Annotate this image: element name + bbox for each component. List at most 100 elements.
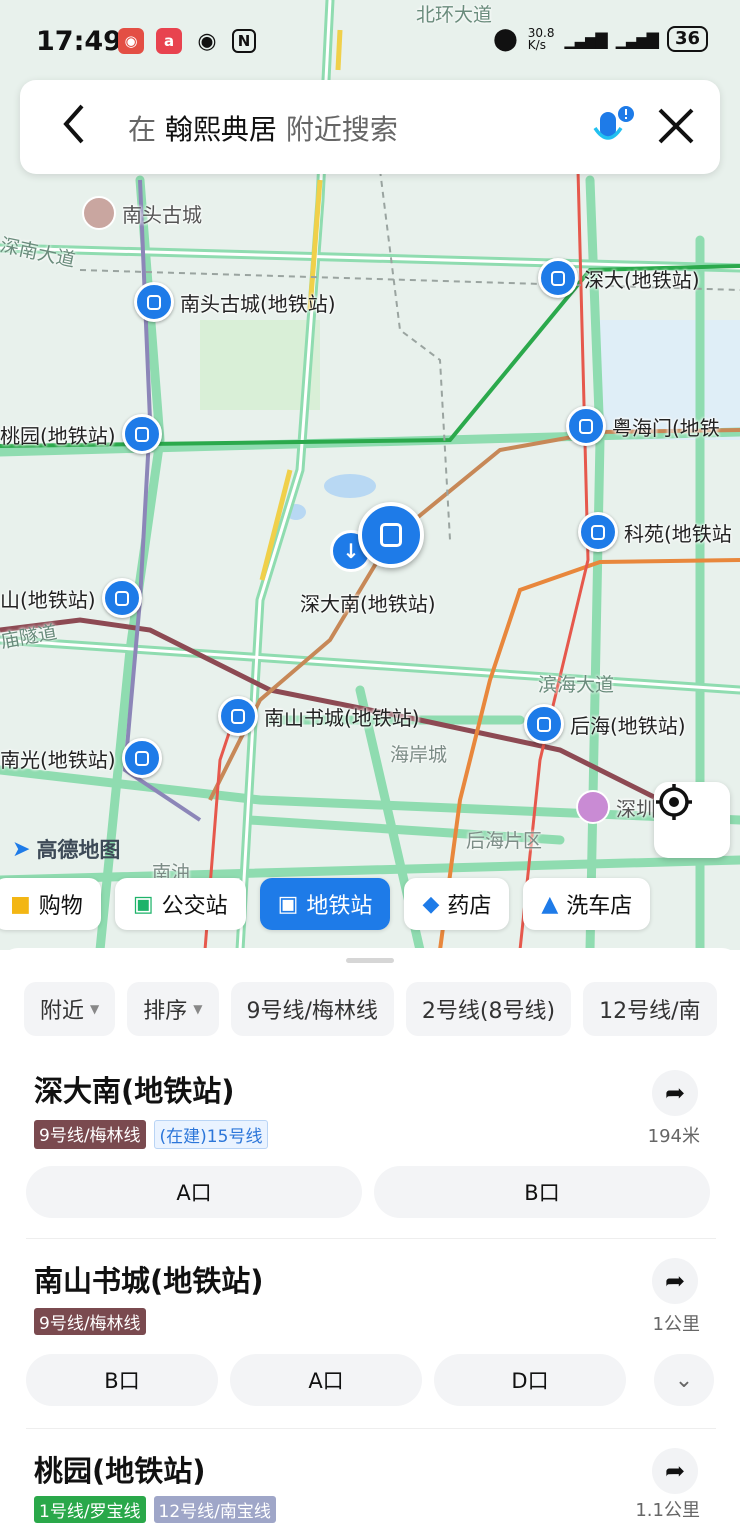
category-label: 公交站 xyxy=(161,894,228,919)
category-subway[interactable]: ▣ 地铁站 xyxy=(259,878,391,930)
place-old-town[interactable]: 南头古城 xyxy=(82,196,202,230)
divider xyxy=(26,1238,716,1239)
category-label: 地铁站 xyxy=(306,894,373,919)
selected-station-pin[interactable] xyxy=(358,502,424,568)
caret-down-icon: ▼ xyxy=(90,1002,100,1016)
chevron-left-icon xyxy=(63,104,84,144)
station-nanguang[interactable]: 南光(地铁站) xyxy=(0,738,162,778)
expand-exits-button[interactable]: ⌄ xyxy=(654,1354,714,1406)
caret-down-icon: ▼ xyxy=(193,1002,203,1016)
app-notification-icon: ◉ xyxy=(118,28,144,54)
line-tags: 9号线/梅林线 (在建)15号线 xyxy=(34,1120,269,1149)
filter-line-9[interactable]: 9号线/梅林线 xyxy=(230,982,394,1036)
filter-label: 2号线(8号线) xyxy=(421,999,556,1024)
mall-icon xyxy=(576,790,610,824)
filter-nearby[interactable]: 附近 ▼ xyxy=(24,982,116,1036)
navigate-button[interactable]: ➦ xyxy=(652,1448,698,1494)
category-car-wash[interactable]: ▲ 洗车店 xyxy=(523,878,651,930)
line-tags: 9号线/梅林线 xyxy=(34,1308,146,1335)
category-pharmacy[interactable]: ◆ 药店 xyxy=(404,878,510,930)
station-taoyuan[interactable]: 桃园(地铁站) xyxy=(0,414,162,454)
line-tag: 12号线/南宝线 xyxy=(153,1496,276,1523)
locate-button[interactable] xyxy=(654,782,730,858)
category-label: 洗车店 xyxy=(566,894,633,919)
station-houhai[interactable]: 后海(地铁站) xyxy=(524,704,686,744)
filter-label: 12号线/南 xyxy=(599,999,701,1024)
search-query[interactable]: 在 翰熙典居 附近搜索 xyxy=(128,108,398,148)
exit-button[interactable]: A口 xyxy=(230,1354,422,1406)
exit-button[interactable]: A口 xyxy=(26,1166,362,1218)
subway-icon xyxy=(566,406,606,446)
subway-icon: ▣ xyxy=(277,891,299,917)
drag-handle[interactable] xyxy=(346,958,394,963)
voice-search-button[interactable] xyxy=(590,104,634,152)
navigate-button[interactable]: ➦ xyxy=(652,1070,698,1116)
station-name: 南山书城(地铁站) xyxy=(34,1264,264,1298)
line-tag: 1号线/罗宝线 xyxy=(34,1496,146,1523)
filter-label: 附近 xyxy=(40,999,85,1024)
road-label-north-ring: 北环大道 xyxy=(416,4,493,26)
category-shopping[interactable]: ■ 购物 xyxy=(0,878,101,930)
station-shenda[interactable]: 深大(地铁站) xyxy=(538,258,700,298)
close-button[interactable] xyxy=(656,98,696,157)
exit-list: B口 A口 D口 ⌄ xyxy=(26,1354,714,1406)
station-yuehaimen-label: 粤海门(地铁 xyxy=(612,415,720,440)
microphone-icon xyxy=(593,106,634,140)
landmark-icon xyxy=(82,196,116,230)
exit-button[interactable]: B口 xyxy=(374,1166,710,1218)
road-label-binhai: 滨海大道 xyxy=(538,674,615,696)
battery-icon: 36 xyxy=(666,26,708,52)
filter-line-2[interactable]: 2号线(8号线) xyxy=(405,982,572,1036)
line-tag: (在建)15号线 xyxy=(153,1120,269,1149)
results-sheet: 附近 ▼ 排序 ▼ 9号线/梅林线 2号线(8号线) 12号线/南 深大南(地铁站)… xyxy=(0,948,740,1523)
pill-icon: ◆ xyxy=(422,891,440,917)
map-brand: ➤ 高德地图 xyxy=(12,834,120,864)
subway-icon xyxy=(121,414,162,454)
amap-logo-icon: ➤ xyxy=(12,836,31,862)
station-distance: 194米 xyxy=(647,1126,700,1147)
exit-list: A口 B口 xyxy=(26,1166,710,1218)
shopping-bag-icon: ■ xyxy=(10,891,31,917)
station-keyuan[interactable]: 科苑(地铁站 xyxy=(578,512,732,552)
turn-arrow-icon: ➦ xyxy=(664,1457,686,1485)
nfc-icon: N xyxy=(232,29,256,53)
status-app-icons: ◉ a ◉ N xyxy=(118,28,256,54)
station-nantou[interactable]: 南头古城(地铁站) xyxy=(134,282,336,322)
back-button[interactable] xyxy=(60,102,88,154)
network-speed: 30.8 K/s xyxy=(527,26,555,52)
subway-icon xyxy=(121,738,162,778)
chevron-down-icon: ⌄ xyxy=(674,1367,694,1393)
station-shenda-label: 深大(地铁站) xyxy=(584,267,700,292)
map-brand-label: 高德地图 xyxy=(36,838,121,862)
status-time: 17:49 xyxy=(36,26,122,57)
navigate-button[interactable]: ➦ xyxy=(652,1258,698,1304)
subway-icon xyxy=(134,282,174,322)
search-keyword: 翰熙典居 xyxy=(164,113,277,146)
filter-sort[interactable]: 排序 ▼ xyxy=(127,982,219,1036)
station-nanshan-book[interactable]: 南山书城(地铁站) xyxy=(218,696,420,736)
line-tags: 1号线/罗宝线 12号线/南宝线 xyxy=(34,1496,276,1523)
line-tag: 9号线/梅林线 xyxy=(34,1308,146,1335)
place-shenzhen-mall-label: 深圳 xyxy=(616,796,656,821)
turn-arrow-icon: ➦ xyxy=(664,1267,686,1295)
place-shenzhen-mall[interactable]: 深圳 xyxy=(576,790,656,824)
station-yuehaimen[interactable]: 粤海门(地铁 xyxy=(566,406,720,446)
exit-button[interactable]: B口 xyxy=(26,1354,218,1406)
signal-2-icon: ▁▃▅▇ xyxy=(615,29,659,49)
subway-icon xyxy=(218,696,258,736)
exit-button[interactable]: D口 xyxy=(434,1354,626,1406)
category-bus[interactable]: ▣ 公交站 xyxy=(114,878,246,930)
station-keyuan-label: 科苑(地铁站 xyxy=(624,521,732,546)
search-bar: 在 翰熙典居 附近搜索 xyxy=(20,80,720,174)
subway-icon xyxy=(578,512,618,552)
car-wash-icon: ▲ xyxy=(541,891,559,917)
close-icon xyxy=(658,108,694,144)
station-nantou-label: 南头古城(地铁站) xyxy=(180,291,336,316)
filter-line-12[interactable]: 12号线/南 xyxy=(583,982,717,1036)
station-houhai-label: 后海(地铁站) xyxy=(570,713,686,738)
station-taoyuan-label: 桃园(地铁站) xyxy=(0,423,116,448)
station-name: 深大南(地铁站) xyxy=(34,1074,235,1108)
eye-icon: ◉ xyxy=(197,28,217,54)
station-shan[interactable]: 山(地铁站) xyxy=(0,578,142,618)
category-bar: ■ 购物 ▣ 公交站 ▣ 地铁站 ◆ 药店 ▲ 洗车店 xyxy=(0,878,740,932)
